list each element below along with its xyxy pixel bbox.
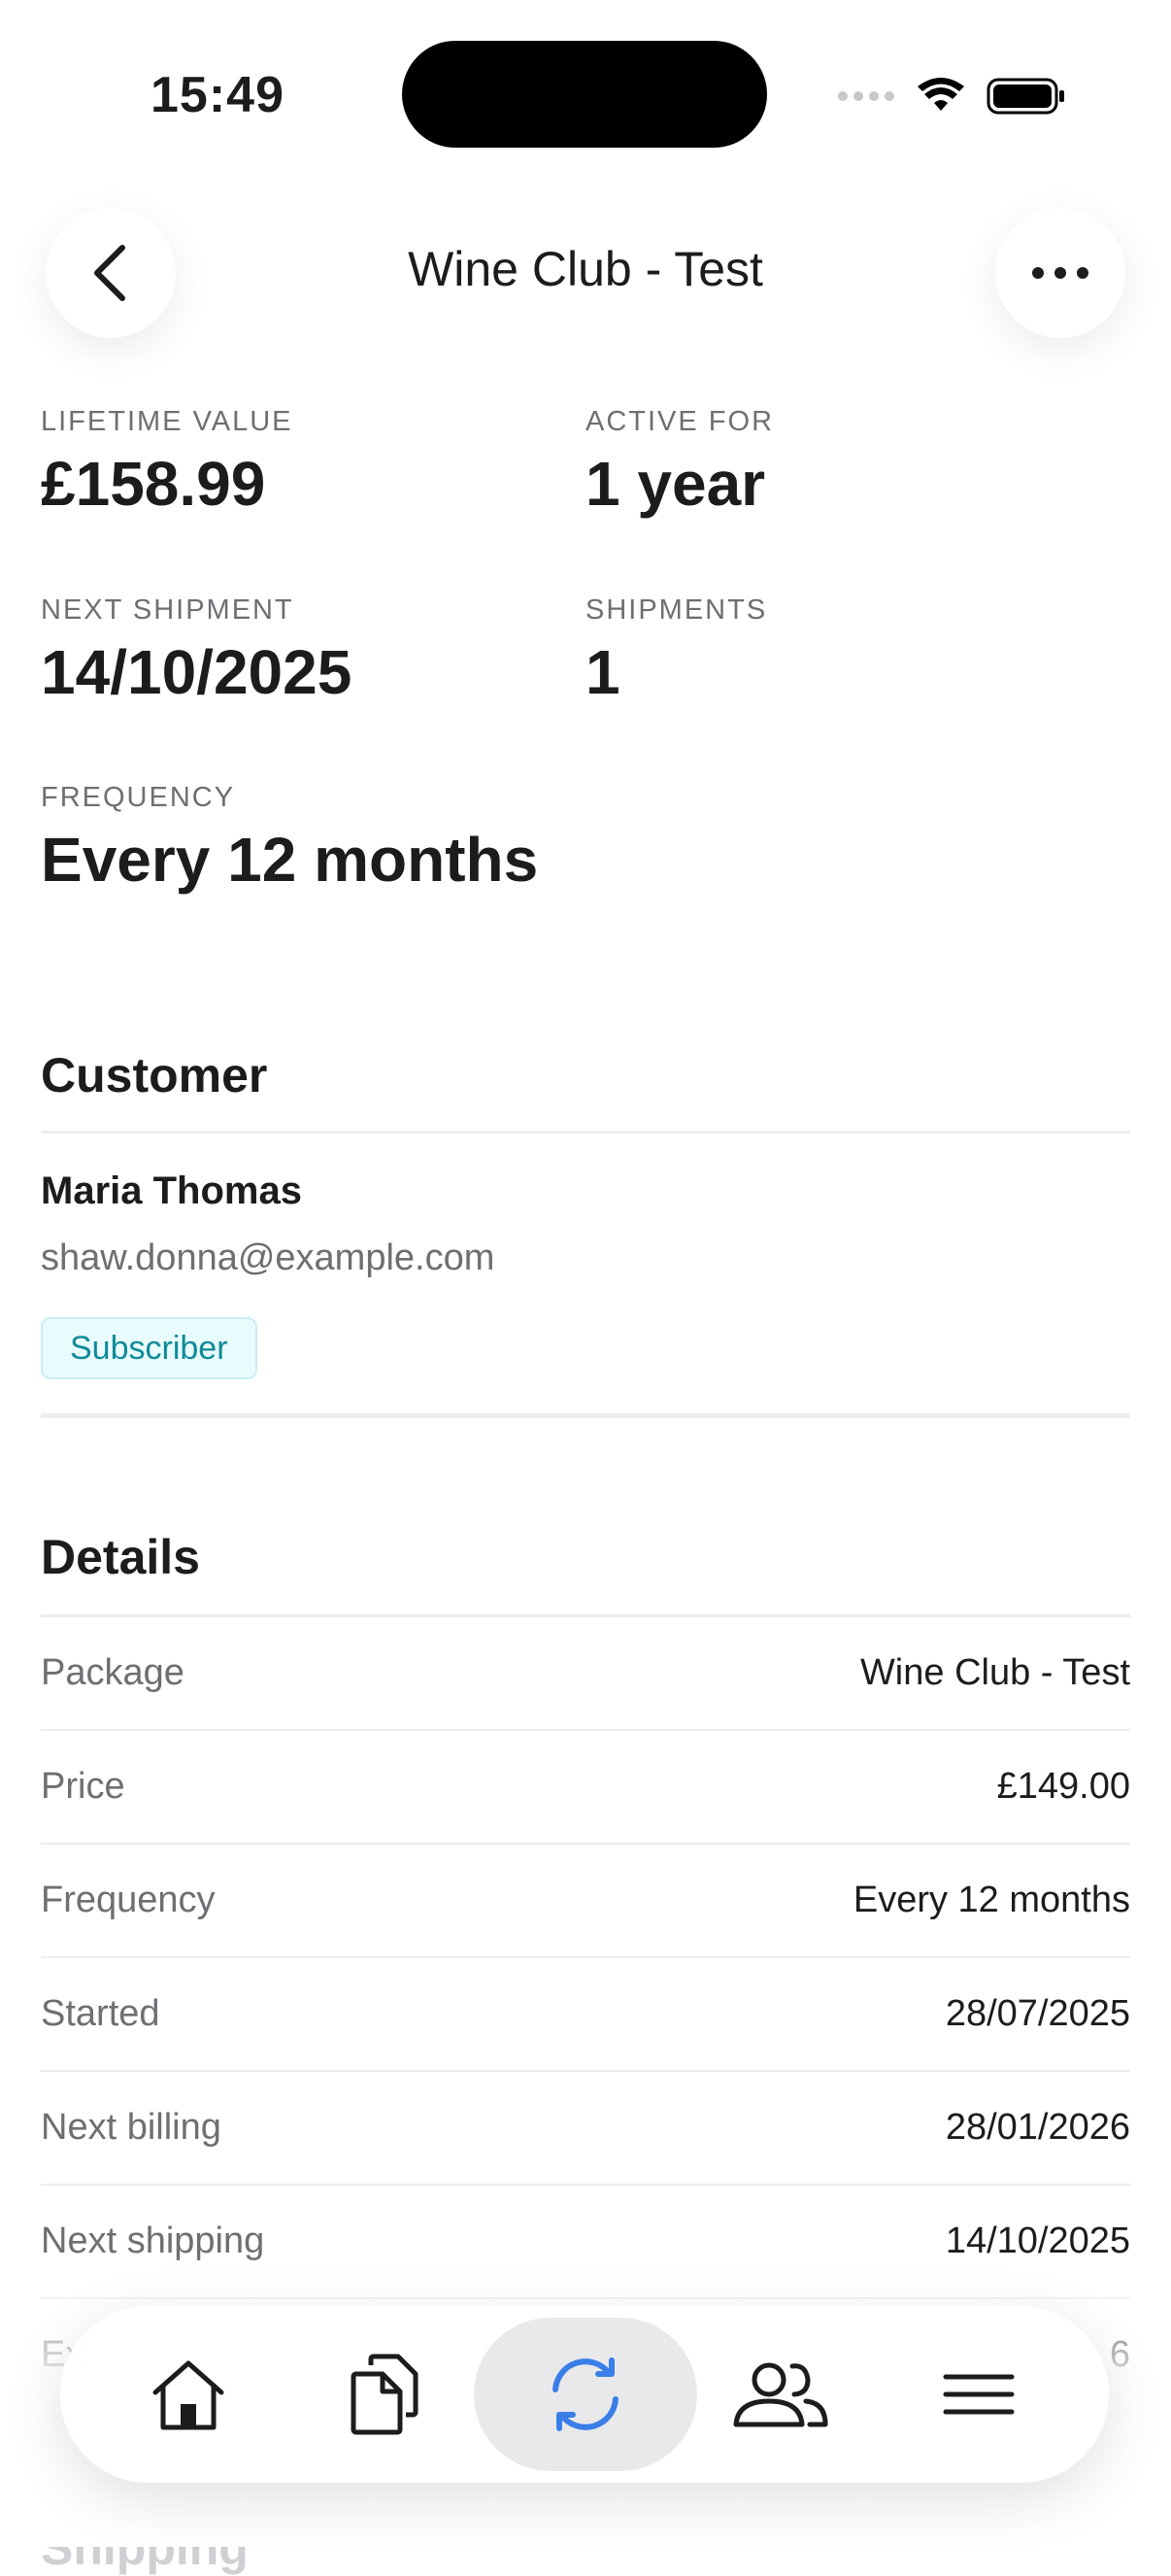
tab-home[interactable] (111, 2318, 266, 2471)
stat-next-shipment: NEXT SHIPMENT 14/10/2025 (41, 594, 351, 708)
wifi-icon (918, 78, 964, 111)
detail-row-next-billing: Next billing 28/01/2026 (41, 2072, 1130, 2183)
divider (41, 1413, 1130, 1418)
status-bar: 15:49 (0, 0, 1171, 185)
tab-customers[interactable] (703, 2318, 858, 2471)
tab-bar (60, 2306, 1109, 2483)
stat-frequency: FREQUENCY Every 12 months (41, 782, 538, 896)
detail-row-price: Price £149.00 (41, 1731, 1130, 1842)
detail-value: Wine Club - Test (859, 1651, 1130, 1693)
stat-label: ACTIVE FOR (586, 406, 775, 437)
tab-menu[interactable] (901, 2318, 1056, 2471)
customer-name[interactable]: Maria Thomas (41, 1169, 302, 1213)
status-icons (837, 72, 1066, 120)
stat-label: SHIPMENTS (586, 594, 768, 626)
stat-label: NEXT SHIPMENT (41, 594, 294, 626)
stat-value: 14/10/2025 (41, 637, 352, 707)
customer-email[interactable]: shaw.donna@example.com (41, 1237, 494, 1279)
stat-active-for: ACTIVE FOR 1 year (586, 406, 774, 520)
stat-lifetime-value: LIFETIME VALUE £158.99 (41, 406, 293, 520)
subscriber-badge: Subscriber (41, 1317, 257, 1379)
detail-label: Started (41, 1992, 160, 2034)
stat-shipments: SHIPMENTS 1 (586, 594, 767, 708)
cellular-signal-icon (838, 91, 894, 101)
detail-row-started: Started 28/07/2025 (41, 1958, 1130, 2069)
home-icon (152, 2360, 224, 2430)
tab-documents[interactable] (307, 2318, 462, 2471)
stat-label: FREQUENCY (41, 782, 236, 813)
more-options-button[interactable] (995, 208, 1125, 338)
detail-value: 28/01/2026 (945, 2106, 1130, 2148)
documents-icon (351, 2354, 418, 2435)
stat-value: 1 year (586, 449, 766, 519)
detail-row-frequency: Frequency Every 12 months (41, 1845, 1130, 1955)
detail-value: Every 12 months (853, 1879, 1130, 1920)
detail-label: Next billing (41, 2106, 221, 2148)
stat-value: Every 12 months (41, 825, 539, 895)
detail-label: Frequency (41, 1879, 216, 1920)
detail-label: Package (41, 1651, 184, 1693)
details-section-title: Details (41, 1530, 200, 1584)
stat-value: 1 (586, 637, 620, 707)
divider (41, 1131, 1130, 1134)
users-icon (733, 2362, 828, 2427)
more-horizontal-icon (1032, 267, 1088, 279)
detail-label: Price (41, 1765, 125, 1807)
detail-value: £149.00 (996, 1765, 1130, 1807)
customer-section-title: Customer (41, 1048, 268, 1102)
detail-row-package: Package Wine Club - Test (41, 1617, 1130, 1728)
status-time: 15:49 (151, 67, 284, 123)
detail-value: 28/07/2025 (945, 1992, 1130, 2034)
battery-icon (987, 78, 1064, 115)
sync-icon (552, 2357, 619, 2431)
stat-value: £158.99 (41, 449, 266, 519)
tab-subscriptions[interactable] (474, 2318, 697, 2471)
stat-label: LIFETIME VALUE (41, 406, 293, 437)
dynamic-island (402, 41, 767, 148)
menu-icon (943, 2374, 1015, 2415)
